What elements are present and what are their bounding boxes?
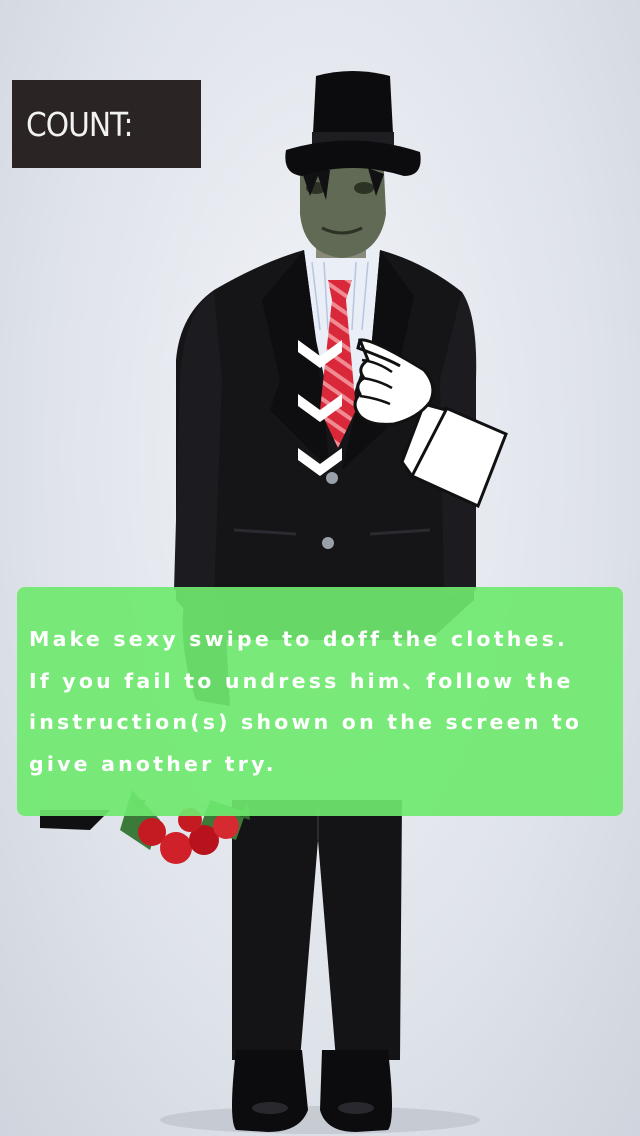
instruction-line-3: instruction(s) shown on the screen to bbox=[29, 710, 583, 734]
right-shoe bbox=[320, 1050, 392, 1132]
count-display: COUNT: bbox=[12, 80, 201, 168]
man-in-suit-character[interactable] bbox=[0, 0, 640, 1136]
left-shoe bbox=[232, 1050, 308, 1132]
instruction-panel[interactable]: Make sexy swipe to doff the clothes. If … bbox=[17, 587, 623, 816]
instruction-line-4: give another try. bbox=[29, 751, 277, 776]
instruction-line-1: Make sexy swipe to doff the clothes. bbox=[29, 627, 569, 651]
instruction-line-2: If you fail to undress him、follow the bbox=[29, 668, 574, 693]
game-scene[interactable]: COUNT: Make sexy swipe to doff the cloth… bbox=[0, 0, 640, 1136]
count-label: COUNT: bbox=[26, 104, 134, 144]
